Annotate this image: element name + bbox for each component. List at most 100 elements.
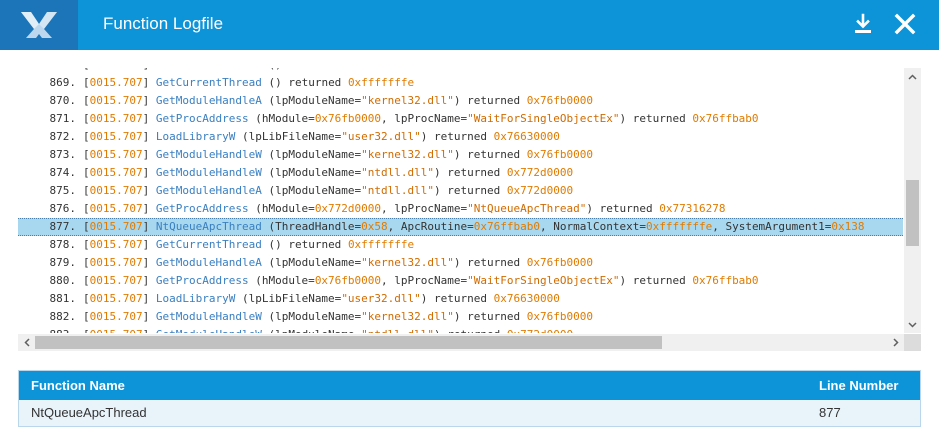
function-name: GetCurrentThread xyxy=(155,76,262,89)
log-line[interactable]: 873. [0015.707] GetModuleHandleW (lpModul… xyxy=(18,146,903,164)
arg-text: (lpModuleName= xyxy=(261,184,362,197)
arg-text: () xyxy=(262,68,281,71)
arg-text: () xyxy=(261,238,282,251)
string-arg: "kernel32.dll" xyxy=(361,256,454,269)
arg-text: ) xyxy=(434,184,441,197)
string-arg: "kernel32.dll" xyxy=(361,94,454,107)
log-line[interactable]: 880. [0015.707] GetProcAddress (hModule=0… xyxy=(18,272,903,290)
timestamp: 0015.707 xyxy=(89,292,143,305)
string-arg: "NtQueueApcThread" xyxy=(467,202,587,215)
line-number: 876. xyxy=(49,202,77,215)
close-button[interactable] xyxy=(891,10,919,38)
cell-line-number: 877 xyxy=(819,405,841,420)
returned-label: returned xyxy=(447,328,500,333)
log-line-selected[interactable]: 877. [0015.707] NtQueueApcThread (ThreadH… xyxy=(18,218,903,236)
return-value: 0x772d0000 xyxy=(506,166,574,179)
returned-label: returned xyxy=(467,310,521,323)
arg-text: ) xyxy=(453,310,461,323)
function-name: GetProcAddress xyxy=(155,274,249,287)
log-line[interactable]: 883. [0015.707] GetModuleHandleW (lpModul… xyxy=(18,326,903,333)
arg-text: ) xyxy=(453,256,461,269)
table-row[interactable]: NtQueueApcThread 877 xyxy=(19,400,920,426)
vertical-scroll-thumb[interactable] xyxy=(906,180,919,246)
bracket: [ xyxy=(83,166,90,179)
string-arg: "kernel32.dll" xyxy=(361,310,454,323)
scroll-up-arrow[interactable] xyxy=(904,68,921,85)
arg-text: ) xyxy=(586,202,593,215)
function-name: NtQueueApcThread xyxy=(155,220,262,233)
line-number: 871. xyxy=(49,112,77,125)
timestamp: 0015.707 xyxy=(89,274,143,287)
function-name: GetModuleHandleW xyxy=(156,328,262,333)
return-value: 0xfffffffe xyxy=(348,68,414,71)
function-name: GetCurrentThread xyxy=(156,68,262,71)
vertical-scrollbar[interactable] xyxy=(904,68,921,333)
column-header-function-name[interactable]: Function Name xyxy=(31,371,125,400)
timestamp: 0015.707 xyxy=(89,184,143,197)
line-number: 875. xyxy=(49,184,77,197)
line-number: 877. xyxy=(49,220,77,233)
arg-text: (lpModuleName= xyxy=(261,148,362,161)
column-header-line-number[interactable]: Line Number xyxy=(819,371,898,400)
log-line[interactable]: 881. [0015.707] LoadLibraryW (lpLibFileNa… xyxy=(18,290,903,308)
arg-text: ) xyxy=(434,328,441,333)
returned-label: returned xyxy=(632,112,686,125)
download-button[interactable] xyxy=(849,10,877,38)
log-line[interactable]: 882. [0015.707] GetModuleHandleW (lpModul… xyxy=(18,308,903,326)
window-header: Function Logfile xyxy=(0,0,939,50)
timestamp: 0015.707 xyxy=(89,148,143,161)
arg-text: , NormalContext= xyxy=(540,220,646,233)
arg-text: ) xyxy=(453,148,461,161)
bracket: [ xyxy=(83,310,90,323)
scroll-down-arrow[interactable] xyxy=(904,316,921,333)
log-line[interactable]: 874. [0015.707] GetModuleHandleW (lpModul… xyxy=(18,164,903,182)
horizontal-scroll-thumb[interactable] xyxy=(35,336,662,349)
download-icon xyxy=(855,13,871,33)
return-value: 0x77316278 xyxy=(659,202,726,215)
log-line[interactable]: 870. [0015.707] GetModuleHandleA (lpModul… xyxy=(18,92,903,110)
log-line[interactable]: 878. [0015.707] GetCurrentThread () retur… xyxy=(18,236,903,254)
close-icon xyxy=(894,13,916,35)
scroll-left-arrow[interactable] xyxy=(18,334,35,351)
log-line[interactable]: 871. [0015.707] GetProcAddress (hModule=0… xyxy=(18,110,903,128)
arg-text: (lpModuleName= xyxy=(261,310,362,323)
log-line[interactable]: 869. [0015.707] GetCurrentThread () retur… xyxy=(18,74,903,92)
string-arg: "WaitForSingleObjectEx" xyxy=(467,274,620,287)
chevron-down-icon xyxy=(908,321,917,328)
timestamp: 0015.707 xyxy=(89,166,143,179)
return-value: 0xfffffffe xyxy=(347,76,415,89)
function-name: GetModuleHandleA xyxy=(155,184,262,197)
string-arg: "user32.dll" xyxy=(341,130,421,143)
log-line[interactable]: 872. [0015.707] LoadLibraryW (lpLibFileNa… xyxy=(18,128,903,146)
function-name: GetModuleHandleW xyxy=(155,166,262,179)
cell-function-name: NtQueueApcThread xyxy=(31,405,147,420)
bracket: ] xyxy=(142,130,156,143)
bracket: [ xyxy=(83,68,90,71)
return-value: 0x76ffbab0 xyxy=(692,274,759,287)
scroll-right-arrow[interactable] xyxy=(887,334,904,351)
timestamp: 0015.707 xyxy=(89,112,143,125)
function-name: GetProcAddress xyxy=(155,112,249,125)
function-name: LoadLibraryW xyxy=(155,130,236,143)
string-arg: "user32.dll" xyxy=(341,292,421,305)
hex-value: 0x772d0000 xyxy=(314,202,382,215)
chevron-up-icon xyxy=(908,73,917,80)
timestamp: 0015.707 xyxy=(89,76,143,89)
bracket: ] xyxy=(142,202,156,215)
bracket: ] xyxy=(142,166,156,179)
timestamp: 0015.707 xyxy=(89,220,143,233)
log-lines: 868.[0015.707] GetCurrentThread () retur… xyxy=(18,68,903,333)
log-line[interactable]: 879. [0015.707] GetModuleHandleA (lpModul… xyxy=(18,254,903,272)
log-line[interactable]: 875. [0015.707] GetModuleHandleA (lpModul… xyxy=(18,182,903,200)
log-viewer[interactable]: 868.[0015.707] GetCurrentThread () retur… xyxy=(18,68,921,351)
horizontal-scrollbar[interactable] xyxy=(18,334,904,351)
bracket: [ xyxy=(83,256,90,269)
log-line[interactable]: 876. [0015.707] GetProcAddress (hModule=0… xyxy=(18,200,903,218)
